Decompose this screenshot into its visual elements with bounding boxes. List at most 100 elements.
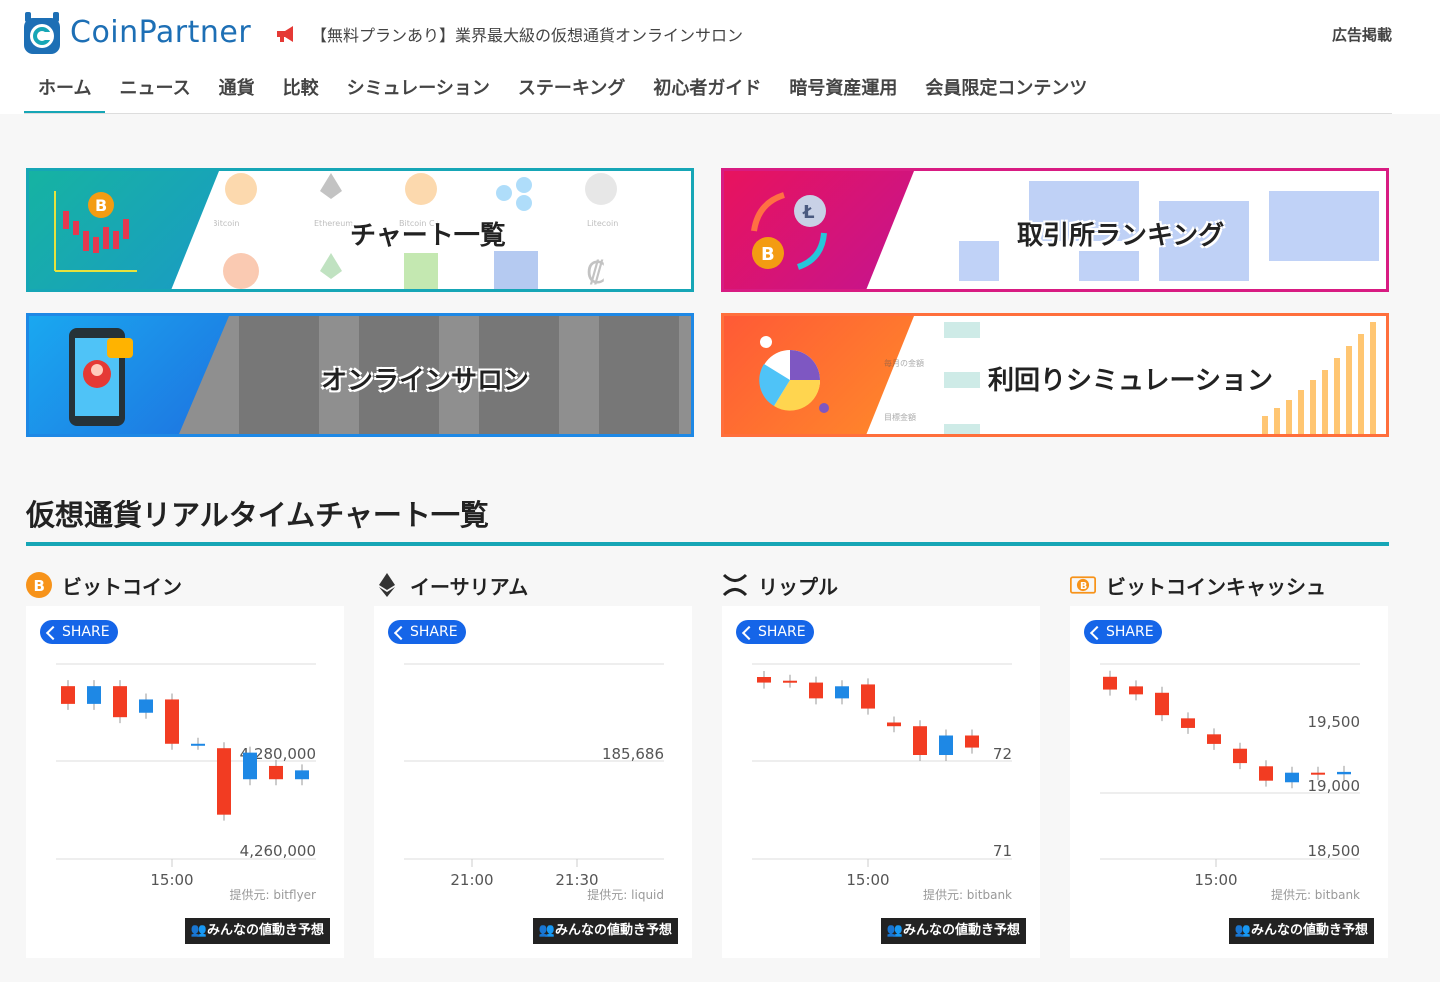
x-tick-label: 15:00	[846, 871, 889, 889]
section-title: 仮想通貨リアルタイムチャート一覧	[26, 498, 489, 532]
group-icon: 👥	[538, 923, 555, 938]
candle	[809, 682, 823, 699]
share-button[interactable]: SHARE	[1084, 620, 1162, 644]
banner-title: 取引所ランキング	[1017, 221, 1225, 251]
predict-button[interactable]: 👥みんなの値動き予想	[532, 918, 678, 944]
candle	[87, 686, 101, 704]
svg-text:Bitcoin: Bitcoin	[214, 219, 239, 228]
coin-name: リップル	[758, 574, 838, 599]
banner-title: 利回りシミュレーション	[988, 366, 1273, 396]
nav-item-news[interactable]: ニュース	[105, 64, 204, 114]
coin-card-bitcoin-cash: B ビットコインキャッシュ SHARE 19,500 19,000 18,500 15…	[1070, 568, 1390, 958]
predict-button[interactable]: 👥みんなの値動き予想	[880, 918, 1026, 944]
price-chart: 19,500 19,000 18,500 15:00	[1100, 663, 1361, 889]
nav-item-asset[interactable]: 暗号資産運用	[775, 64, 911, 114]
banner-exchange-graphic: Ł B	[724, 171, 914, 289]
candle	[913, 726, 927, 755]
candle	[1155, 692, 1169, 716]
y-tick-label: 4,260,000	[240, 842, 316, 860]
banner-inner: Ł B 取引所ランキング	[724, 171, 1386, 289]
y-tick-label: 19,000	[1308, 777, 1361, 795]
y-tick-label: 185,686	[602, 745, 664, 763]
exchange-icon: Ł B	[751, 192, 827, 270]
candle	[139, 699, 153, 713]
price-chart: 72 71 15:00	[752, 663, 1012, 889]
promo-text: 【無料プランあり】業界最大級の仮想通貨オンラインサロン	[311, 26, 744, 45]
coin-header: リップル	[722, 568, 1042, 602]
coin-name: イーサリアム	[410, 574, 529, 599]
promo-link[interactable]: 【無料プランあり】業界最大級の仮想通貨オンラインサロン	[275, 22, 743, 46]
predict-label: みんなの値動き予想	[1250, 923, 1368, 938]
candle	[887, 722, 901, 727]
y-tick-label: 19,500	[1308, 713, 1361, 731]
logo-text: CoinPartner	[70, 14, 252, 50]
banner-online-salon[interactable]: オンラインサロン	[26, 313, 694, 437]
price-chart: 4,280,0004,260,00015:00	[56, 663, 316, 889]
nav-item-staking[interactable]: ステーキング	[504, 64, 639, 114]
candle	[1259, 766, 1273, 781]
coin-name: ビットコインキャッシュ	[1106, 574, 1326, 599]
share-button[interactable]: SHARE	[40, 620, 118, 644]
banner-chart-graphic: B	[29, 171, 219, 289]
share-button[interactable]: SHARE	[388, 620, 466, 644]
provider-label: 提供元: bitbank	[1270, 888, 1360, 902]
svg-text:B: B	[34, 577, 45, 595]
group-icon: 👥	[190, 923, 207, 938]
site-header: CoinPartner 【無料プランあり】業界最大級の仮想通貨オンラインサロン …	[0, 0, 1440, 114]
banner-exchange-ranking[interactable]: Ł B 取引所ランキング	[721, 168, 1389, 292]
chart-card: SHARE 19,500 19,000 18,500 15:00 提供元: bitba…	[1070, 606, 1388, 958]
candle	[939, 735, 953, 755]
banner-chart-list[interactable]: B Bitcoin Ethereum Bitcoin Ca Litecoin ₡	[26, 168, 694, 292]
candle	[1207, 734, 1221, 744]
nav-item-compare[interactable]: 比較	[269, 64, 333, 114]
predict-button[interactable]: 👥みんなの値動き予想	[184, 918, 330, 944]
svg-text:目標金額: 目標金額	[884, 412, 916, 422]
candle	[113, 686, 127, 718]
candle	[835, 686, 849, 699]
bitcoin-cash-icon: B	[1070, 576, 1096, 594]
candle	[1233, 748, 1247, 764]
banner-title: チャート一覧	[350, 221, 506, 251]
candle-chart-icon: B	[54, 191, 137, 272]
candle	[1103, 676, 1117, 690]
coin-header: B ビットコイン	[26, 568, 346, 602]
main-nav: ホーム ニュース 通貨 比較 シミュレーション ステーキング 初心者ガイド 暗号…	[24, 64, 1101, 114]
candle	[1337, 771, 1351, 775]
nav-item-members[interactable]: 会員限定コンテンツ	[911, 64, 1101, 114]
nav-item-simulation[interactable]: シミュレーション	[333, 64, 504, 114]
nav-item-home[interactable]: ホーム	[24, 64, 106, 114]
y-tick-label: 18,500	[1308, 842, 1361, 860]
candle	[1129, 686, 1143, 695]
megaphone-icon	[277, 26, 293, 42]
banner-inner: オンラインサロン	[29, 316, 691, 434]
x-tick-label: 15:00	[1194, 871, 1237, 889]
pie-chart-icon	[759, 336, 829, 413]
banner-title: オンラインサロン	[321, 366, 530, 396]
predict-button[interactable]: 👥みんなの値動き予想	[1228, 918, 1374, 944]
nav-item-currency[interactable]: 通貨	[205, 64, 269, 114]
smartphone-icon	[69, 328, 133, 426]
nav-item-guide[interactable]: 初心者ガイド	[639, 64, 775, 114]
candle	[965, 735, 979, 748]
share-button[interactable]: SHARE	[736, 620, 814, 644]
ad-link[interactable]: 広告掲載	[1332, 24, 1392, 45]
svg-text:B: B	[95, 196, 107, 215]
x-tick-label: 15:00	[150, 871, 193, 889]
ethereum-icon	[379, 573, 395, 597]
nav-divider	[24, 113, 1392, 114]
candle	[861, 684, 875, 709]
chart-card: SHARE 185,686 21:00 21:30 提供元: liquid 👥みんな…	[374, 606, 692, 958]
coin-header: イーサリアム	[374, 568, 694, 602]
logo[interactable]: CoinPartner	[22, 8, 251, 56]
svg-text:毎月の金額: 毎月の金額	[884, 358, 924, 368]
coin-header: B ビットコインキャッシュ	[1070, 568, 1390, 602]
chart-card: SHARE 4,280,000 4,260,000 15:00 提供元: bitfl…	[26, 606, 344, 958]
y-tick-label: 72	[993, 745, 1012, 763]
banner-yield-simulation[interactable]: 毎月の金額 目標金額 利回りシミュレーション	[721, 313, 1389, 437]
banner-inner: 毎月の金額 目標金額 利回りシミュレーション	[724, 316, 1386, 434]
svg-text:₡: ₡	[586, 256, 605, 289]
y-tick-label: 71	[993, 842, 1012, 860]
predict-label: みんなの値動き予想	[902, 923, 1020, 938]
candle	[165, 699, 179, 744]
candle	[1181, 718, 1195, 728]
